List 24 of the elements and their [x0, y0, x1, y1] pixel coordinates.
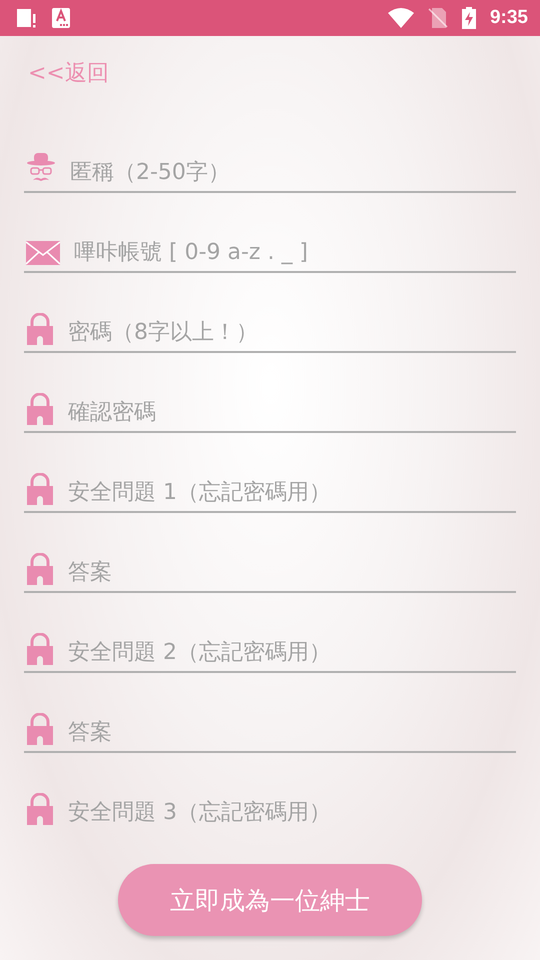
input-field[interactable]: 安全問題 2（忘記密碼用） — [68, 640, 516, 665]
battery-charging-icon — [462, 7, 476, 29]
input-field[interactable]: 匿稱（2-50字） — [70, 160, 516, 185]
input-field[interactable]: 嗶咔帳號 [ 0-9 a-z . _ ] — [74, 240, 516, 265]
lock-icon — [26, 633, 54, 665]
font-icon — [52, 8, 70, 28]
wifi-icon — [388, 8, 414, 28]
register-button[interactable]: 立即成為一位紳士 — [118, 864, 422, 936]
lock-icon — [26, 393, 54, 425]
envelope-icon — [26, 241, 60, 265]
back-link[interactable]: <<返回 — [28, 58, 109, 88]
input-field[interactable]: 安全問題 3（忘記密碼用） — [68, 800, 516, 825]
status-time: 9:35 — [490, 7, 528, 29]
lock-icon — [26, 313, 54, 345]
input-field[interactable]: 答案 — [68, 560, 516, 585]
lock-icon — [26, 473, 54, 505]
input-field[interactable]: 答案 — [68, 720, 516, 745]
input-field[interactable]: 安全問題 1（忘記密碼用） — [68, 480, 516, 505]
no-sim-icon — [428, 8, 448, 28]
input-field[interactable]: 密碼（8字以上！） — [68, 320, 516, 345]
lock-icon — [26, 793, 54, 825]
input-field[interactable]: 確認密碼 — [68, 400, 516, 425]
lock-icon — [26, 553, 54, 585]
lock-icon — [26, 713, 54, 745]
